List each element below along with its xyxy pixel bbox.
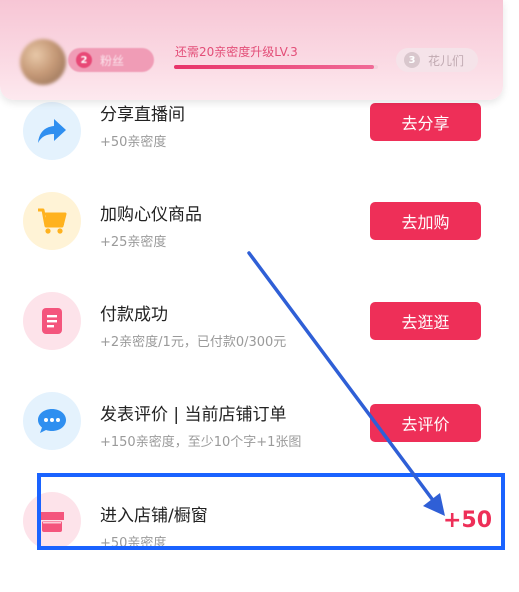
annotation-arrow [247,251,445,516]
